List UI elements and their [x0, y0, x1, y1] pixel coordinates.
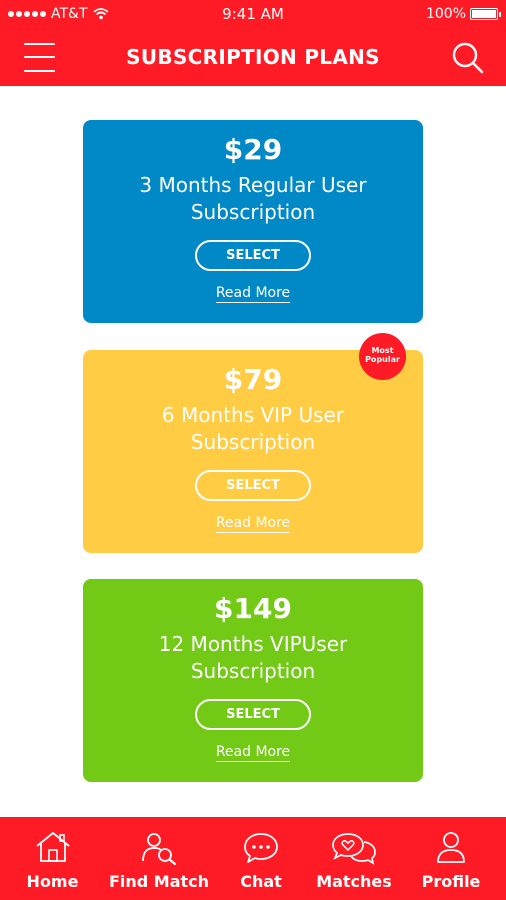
- battery-percent: 100%: [425, 6, 466, 22]
- plan-name: 3 Months Regular User Subscription: [139, 173, 367, 224]
- battery-icon: [470, 8, 501, 20]
- status-right: 100%: [425, 6, 501, 22]
- profile-icon: [437, 832, 465, 863]
- read-more-link[interactable]: Read More: [215, 744, 291, 762]
- nav-find-match[interactable]: Find Match: [103, 817, 215, 900]
- read-more-link-wrap: Read More: [83, 744, 423, 762]
- read-more-link-wrap: Read More: [83, 515, 423, 533]
- menu-button[interactable]: [24, 42, 56, 74]
- most-popular-badge: Most Popular: [359, 333, 406, 380]
- matches-icon: [332, 833, 376, 865]
- find-match-icon: [142, 833, 177, 865]
- nav-chat[interactable]: Chat: [222, 817, 300, 900]
- plan-name: 12 Months VIPUser Subscription: [158, 632, 348, 683]
- select-button[interactable]: SELECT: [195, 470, 311, 501]
- nav-label: Home: [26, 872, 79, 891]
- badge-line-1: Most: [371, 346, 394, 355]
- read-more-link-wrap: Read More: [83, 285, 423, 303]
- plan-card-vip-12: $149 12 Months VIPUser Subscription SELE…: [83, 579, 423, 782]
- app-header: AT&T 9:41 AM 100% SUBSCRIPTION PLANS: [0, 0, 506, 86]
- nav-label: Find Match: [108, 872, 210, 891]
- chat-icon: [244, 833, 278, 863]
- nav-label: Profile: [421, 872, 481, 891]
- select-button[interactable]: SELECT: [195, 240, 311, 271]
- plan-price: $29: [223, 133, 283, 166]
- nav-label: Matches: [316, 872, 392, 891]
- page-title: SUBSCRIPTION PLANS: [126, 45, 380, 69]
- bottom-nav: Home Find Match Chat Matches Profile: [0, 817, 506, 900]
- plan-price: $149: [214, 592, 292, 625]
- nav-matches[interactable]: Matches: [308, 817, 400, 900]
- plan-card-regular: $29 3 Months Regular User Subscription S…: [83, 120, 423, 323]
- read-more-link[interactable]: Read More: [215, 515, 291, 533]
- home-icon: [35, 832, 70, 862]
- search-icon: [452, 42, 484, 74]
- status-bar: AT&T 9:41 AM 100%: [0, 0, 506, 28]
- plan-card-vip: $79 6 Months VIP User Subscription SELEC…: [83, 350, 423, 553]
- nav-label: Chat: [240, 872, 282, 891]
- plan-name: 6 Months VIP User Subscription: [161, 403, 345, 454]
- read-more-link[interactable]: Read More: [215, 285, 291, 303]
- nav-profile[interactable]: Profile: [410, 817, 492, 900]
- badge-line-2: Popular: [365, 355, 400, 364]
- nav-home[interactable]: Home: [10, 817, 95, 900]
- search-button[interactable]: [450, 40, 486, 76]
- select-button[interactable]: SELECT: [195, 699, 311, 730]
